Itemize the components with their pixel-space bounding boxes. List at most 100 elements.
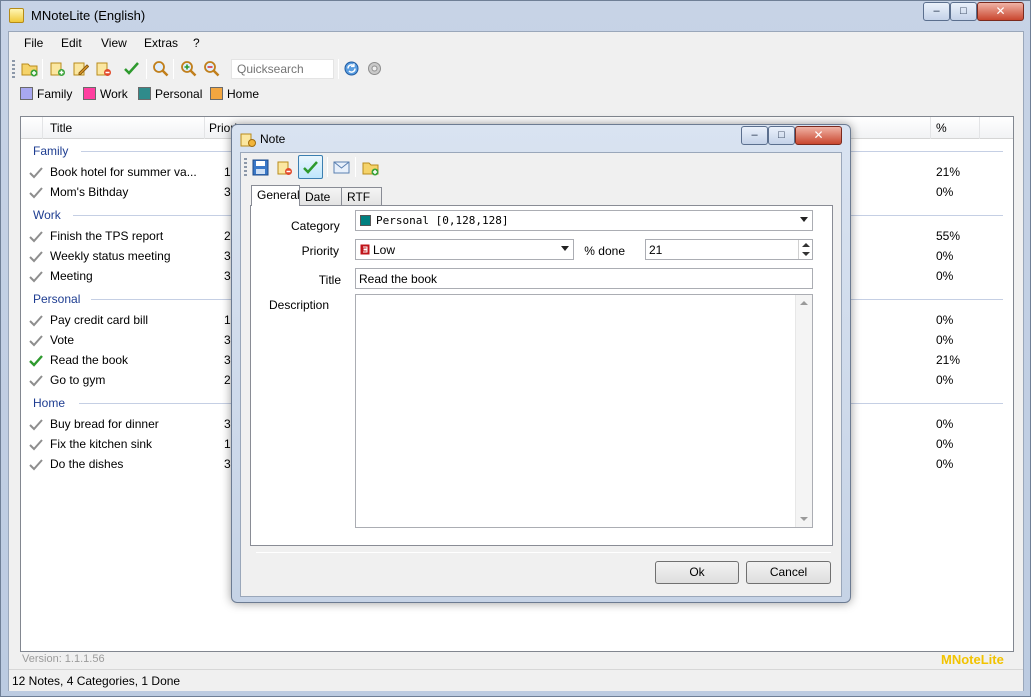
row-percent: 21% [936,165,961,179]
row-title: Buy bread for dinner [50,417,159,431]
group-header-home[interactable]: Home [33,396,65,410]
category-chip-home[interactable]: Home [210,87,259,101]
row-percent: 0% [936,333,954,347]
scroll-up-icon[interactable] [800,300,808,306]
category-select[interactable]: Personal [0,128,128] [355,210,813,231]
row-title: Do the dishes [50,457,124,471]
check-icon[interactable] [29,419,43,431]
delete-note-icon[interactable] [95,60,112,77]
priority-select[interactable]: Low [355,239,574,260]
done-toggle-button[interactable] [298,155,323,179]
column-divider[interactable] [204,117,205,139]
general-tab-page: Category Personal [0,128,128] Priority L… [250,205,833,546]
category-label: Family [37,87,73,101]
cancel-button[interactable]: Cancel [746,561,831,584]
check-icon[interactable] [29,167,43,179]
new-folder-icon[interactable] [362,159,379,176]
check-icon[interactable] [29,375,43,387]
toolbar-grip[interactable] [12,60,15,78]
row-priority: 3 [224,457,231,471]
main-titlebar[interactable]: MNoteLite (English) – □ ✕ [1,1,1030,31]
group-header-personal[interactable]: Personal [33,292,80,306]
priority-value: Low [373,243,396,257]
close-button[interactable]: ✕ [977,2,1024,21]
category-swatch [210,87,223,100]
percent-done-stepper[interactable]: 21 [645,239,813,260]
done-check-icon[interactable] [123,60,140,77]
menu-edit[interactable]: Edit [61,36,82,50]
column-divider[interactable] [979,117,980,139]
check-icon[interactable] [29,251,43,263]
row-percent: 0% [936,249,954,263]
category-swatch [20,87,33,100]
window-title: MNoteLite (English) [31,8,146,23]
check-icon[interactable] [29,315,43,327]
chevron-down-icon [561,246,569,251]
description-field[interactable] [355,294,813,528]
group-header-work[interactable]: Work [33,208,61,222]
dialog-maximize-button[interactable]: □ [768,126,795,145]
zoom-out-icon[interactable] [203,60,220,77]
new-category-icon[interactable] [21,60,38,77]
delete-icon[interactable] [276,159,293,176]
done-check-icon [303,161,318,174]
tab-rtf[interactable]: RTF [341,187,382,205]
row-priority: 3 [224,269,231,283]
menu-view[interactable]: View [101,36,127,50]
maximize-button[interactable]: □ [950,2,977,21]
ok-button[interactable]: Ok [655,561,739,584]
check-icon[interactable] [29,439,43,451]
check-icon[interactable] [29,335,43,347]
row-percent: 21% [936,353,961,367]
menu-file[interactable]: File [24,36,43,50]
menu-bar: File Edit View Extras ? [9,32,1023,54]
quicksearch-input[interactable] [231,59,334,79]
tab-date[interactable]: Date [299,187,342,205]
title-field[interactable]: Read the book [355,268,813,289]
minimize-icon: – [933,5,940,17]
column-divider[interactable] [42,117,43,139]
column-divider[interactable] [930,117,931,139]
zoom-in-icon[interactable] [180,60,197,77]
sync-icon[interactable] [343,60,360,77]
spin-buttons[interactable] [798,240,812,259]
new-note-icon[interactable] [49,60,66,77]
save-icon[interactable] [252,159,269,176]
row-title: Book hotel for summer va... [50,165,197,179]
check-icon[interactable] [29,459,43,471]
status-text: 12 Notes, 4 Categories, 1 Done [12,674,181,688]
group-header-family[interactable]: Family [33,144,68,158]
row-title: Mom's Bithday [50,185,129,199]
search-icon[interactable] [152,60,169,77]
chevron-up-icon[interactable] [802,242,810,248]
email-icon[interactable] [333,159,350,176]
note-toolbar [241,153,841,181]
menu-extras[interactable]: Extras [144,36,178,50]
edit-note-icon[interactable] [72,60,89,77]
done-check-icon[interactable] [29,355,43,367]
row-title: Pay credit card bill [50,313,149,327]
column-header-percent[interactable]: % [936,121,947,135]
menu-help[interactable]: ? [193,36,200,50]
settings-icon[interactable] [366,60,383,77]
minimize-button[interactable]: – [923,2,950,21]
check-icon[interactable] [29,271,43,283]
app-icon [9,8,24,23]
column-header-title[interactable]: Title [50,121,72,135]
chevron-down-icon[interactable] [802,251,810,257]
scroll-down-icon[interactable] [800,516,808,522]
description-scrollbar[interactable] [795,295,812,527]
category-chip-family[interactable]: Family [20,87,72,101]
tab-general[interactable]: General [251,185,300,206]
category-swatch [138,87,151,100]
check-icon[interactable] [29,231,43,243]
row-title: Finish the TPS report [50,229,164,243]
toolbar-grip[interactable] [244,158,247,176]
category-chip-personal[interactable]: Personal [138,87,202,101]
dialog-close-button[interactable]: ✕ [795,126,842,145]
version-label: Version: 1.1.1.56 [22,653,105,665]
note-titlebar[interactable]: Note – □ ✕ [232,125,850,152]
check-icon[interactable] [29,187,43,199]
category-chip-work[interactable]: Work [83,87,128,101]
dialog-minimize-button[interactable]: – [741,126,768,145]
